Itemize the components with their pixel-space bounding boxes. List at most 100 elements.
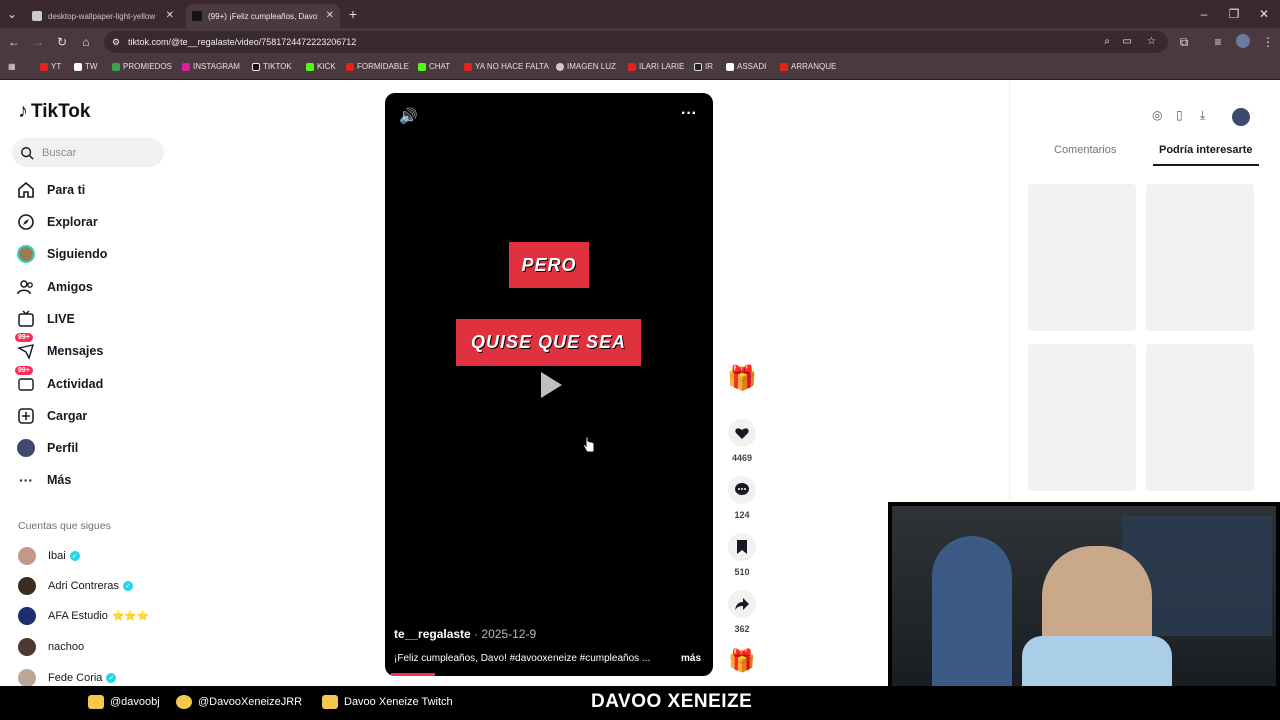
following-account-afa[interactable]: AFA Estudio ⭐⭐⭐ [18,606,149,626]
bookmark-ilari-larie[interactable]: ILARI LARIE [628,62,684,71]
new-tab-button[interactable]: + [345,6,361,22]
bookmark-arranque[interactable]: ARRANQUE [780,62,836,71]
bookmark-instagram[interactable]: INSTAGRAM [182,62,240,71]
bookmark-kick[interactable]: KICK [306,62,336,71]
handle-text: Davoo Xeneize Twitch [344,696,453,708]
phone-icon[interactable]: ▯ [1176,108,1183,122]
avatar [18,669,36,687]
download-icon[interactable]: ⤓ [1200,108,1205,123]
home-icon [17,181,35,199]
browser-tab-wallpaper[interactable]: desktop-wallpaper-light-yellow ✕ [26,4,180,28]
bookmark-label: CHAT [429,62,451,71]
following-heading: Cuentas que sigues [18,520,111,532]
upload-icon [17,407,35,425]
close-window-icon[interactable]: ✕ [1256,6,1272,22]
back-icon[interactable]: ← [6,34,22,50]
forward-icon[interactable]: → [30,34,46,50]
nav-explorar[interactable]: Explorar [17,210,98,234]
close-tab-icon[interactable]: ✕ [326,10,334,21]
right-panel: ◎ ▯ ⤓ Comentarios Podría interesarte [1009,80,1280,500]
bookmark-star-icon[interactable]: ☆ [1147,31,1156,53]
bookmarks-bar: ▦ YT TW PROMIEDOS INSTAGRAM TIKTOK KICK … [0,56,1280,80]
bookmark-ir[interactable]: IR [694,62,713,71]
play-icon[interactable] [538,370,564,400]
nav-cargar[interactable]: Cargar [17,404,87,428]
zoom-icon[interactable]: ⌕ [1104,31,1110,53]
gift-button-secondary[interactable]: 🎁 [727,648,757,674]
bookmark-tw[interactable]: TW [74,62,97,71]
heart-icon [728,419,756,447]
volume-icon[interactable]: 🔊 [399,107,418,125]
bookmark-assadi[interactable]: ASSADI [726,62,766,71]
like-button[interactable]: 4469 [727,419,757,463]
bookmark-promiedos[interactable]: PROMIEDOS [112,62,172,71]
bookmark-chat[interactable]: CHAT [418,62,450,71]
profile-avatar[interactable] [1236,34,1250,48]
gift-button[interactable]: 🎁 [727,364,757,393]
tab-comentarios[interactable]: Comentarios [1054,144,1116,156]
notification-badge: 99+ [15,366,33,375]
bookmark-label: PROMIEDOS [123,62,172,71]
save-button[interactable]: 510 [727,533,757,577]
nav-mensajes[interactable]: 99+ Mensajes [15,333,103,363]
following-account-adri[interactable]: Adri Contreras ✓ [18,576,133,596]
following-account-ibai[interactable]: Ibai ✓ [18,546,80,566]
instagram-icon [88,695,104,709]
bookmark-tiktok[interactable]: TIKTOK [252,62,292,71]
more-link[interactable]: más [681,653,701,664]
nav-perfil[interactable]: Perfil [17,436,78,460]
comment-button[interactable]: 124 [727,476,757,520]
nav-para-ti[interactable]: Para ti [17,178,85,202]
bookmark-yt[interactable]: YT [40,62,61,71]
nav-live[interactable]: LIVE [17,307,75,331]
suggestion-placeholder[interactable] [1028,184,1136,331]
search-placeholder: Buscar [42,146,77,159]
nav-amigos[interactable]: Amigos [17,275,93,299]
bookmark-label: IMAGEN LUZ [567,62,616,71]
nav-siguiendo[interactable]: Siguiendo [17,242,107,266]
extensions-icon[interactable]: ⧉ [1176,34,1192,50]
avatar [18,547,36,565]
more-options-icon[interactable]: ··· [681,105,697,123]
site-info-icon[interactable]: ⚙ [112,31,120,53]
save-count: 510 [734,567,750,577]
video-description: ¡Feliz cumpleaños, Davo! #davooxeneize #… [394,653,651,664]
following-account-fede[interactable]: Fede Coria ✓ [18,668,117,688]
tiktok-logo[interactable]: ♪ TikTok [18,100,90,123]
suggestion-placeholder[interactable] [1028,344,1136,491]
close-tab-icon[interactable]: ✕ [166,10,174,21]
share-button[interactable]: 362 [727,590,757,634]
tab-search-chevron-icon[interactable]: ⌄ [4,6,20,22]
reading-list-icon[interactable]: ≡ [1210,34,1226,50]
nav-actividad[interactable]: 99+ Actividad [15,366,103,396]
share-count: 362 [734,624,750,634]
video-player[interactable]: 🔊 ··· PERO QUISE QUE SEA te__regalaste ·… [385,93,713,676]
bookmark-ya-no-hace-falta[interactable]: YA NO HACE FALTA [464,62,549,71]
home-icon[interactable]: ⌂ [78,34,94,50]
account-name: AFA Estudio [48,610,108,622]
tab-podria-interesarte[interactable]: Podría interesarte [1159,144,1253,156]
compass-icon[interactable]: ◎ [1152,108,1162,122]
youtube-icon [322,695,338,709]
minimize-icon[interactable]: – [1196,6,1212,22]
tiktok-favicon-icon [192,11,202,21]
video-progress-bar[interactable] [391,673,435,676]
nav-mas[interactable]: ··· Más [17,468,71,492]
video-author[interactable]: te__regalaste · 2025-12-9 [394,627,536,641]
following-account-nachoo[interactable]: nachoo [18,637,84,657]
cast-icon[interactable]: ▭ [1123,31,1132,53]
url-bar[interactable]: ⚙ tiktok.com/@te__regalaste/video/758172… [104,31,1168,53]
browser-menu-icon[interactable]: ⋮ [1260,34,1276,50]
user-avatar[interactable] [1232,108,1250,126]
suggestion-placeholder[interactable] [1146,184,1254,331]
reload-icon[interactable]: ↻ [54,34,70,50]
suggestion-placeholder[interactable] [1146,344,1254,491]
restore-icon[interactable]: ❐ [1226,6,1242,22]
search-input[interactable]: Buscar [12,138,164,167]
apps-grid-icon[interactable]: ▦ [8,62,16,71]
bookmark-formidable[interactable]: FORMIDABLE [346,62,409,71]
handle-text: @DavooXeneizeJRR [198,696,303,708]
bookmark-imagen-luz[interactable]: IMAGEN LUZ [556,62,616,71]
browser-tab-tiktok[interactable]: (99+) ¡Feliz cumpleaños, Davo! ( ✕ [186,4,340,28]
stream-info-bar: @davoobj @DavooXeneizeJRR Davoo Xeneize … [0,686,1280,720]
